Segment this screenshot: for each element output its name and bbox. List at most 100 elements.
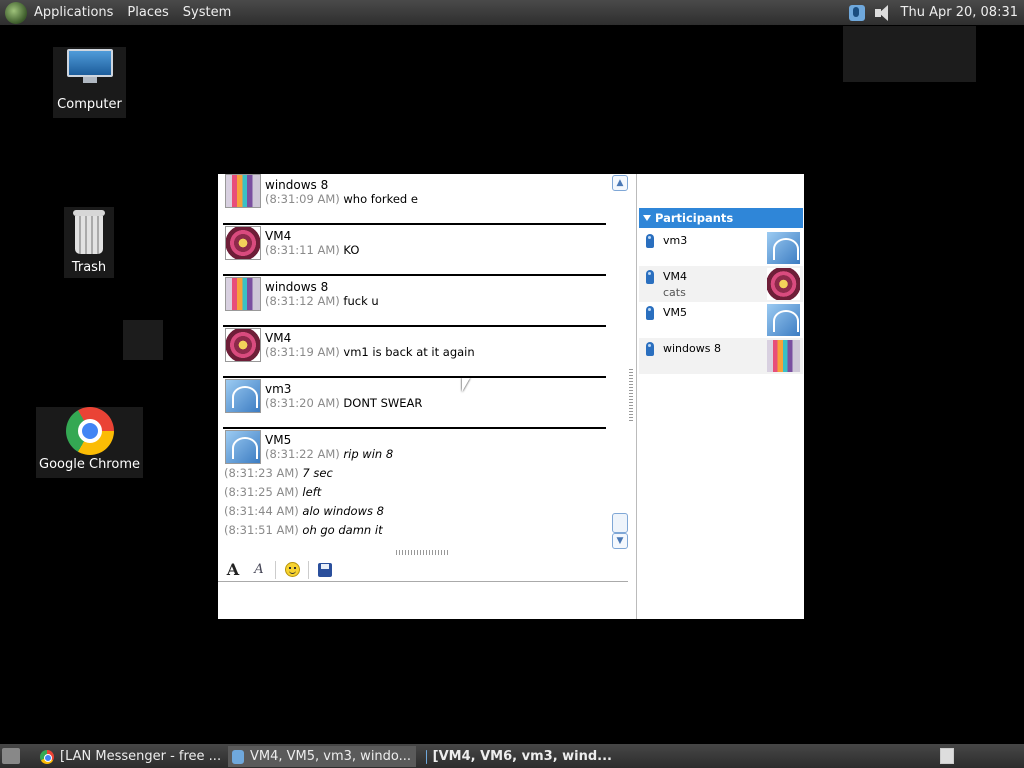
taskbar-item-chat-2[interactable]: [VM4, VM6, vm3, wind... <box>422 746 612 767</box>
lan-messenger-tray-icon[interactable] <box>848 4 865 21</box>
message-time: (8:31:23 AM) <box>224 466 299 480</box>
message-line: (8:31:12 AM) fuck u <box>265 294 379 308</box>
participants-title: Participants <box>655 211 734 225</box>
menu-system[interactable]: System <box>176 5 238 20</box>
blank-desktop-icon[interactable] <box>123 320 163 360</box>
desktop-icon-trash[interactable]: Trash <box>64 207 114 278</box>
taskbar-item-label: [LAN Messenger - free ... <box>60 749 222 764</box>
avatar <box>225 226 261 260</box>
message-block: VM5 (8:31:22 AM) rip win 8 (8:31:23 AM) … <box>223 429 606 551</box>
status-icon <box>646 234 654 248</box>
font-icon[interactable]: A <box>223 560 243 580</box>
participant-row[interactable]: VM4 cats <box>639 266 803 302</box>
menu-applications[interactable]: Applications <box>27 5 120 20</box>
desktop-icon-chrome[interactable]: Google Chrome <box>36 407 143 478</box>
message-line: (8:31:19 AM) vm1 is back at it again <box>265 345 475 359</box>
participant-name: vm3 <box>663 234 688 247</box>
system-tray: Thu Apr 20, 08:31 <box>848 0 1018 25</box>
volume-icon[interactable] <box>873 4 893 22</box>
status-icon <box>646 270 654 284</box>
message-time: (8:31:25 AM) <box>224 485 299 499</box>
computer-icon <box>66 49 113 83</box>
taskbar-item-lan-messenger-chrome[interactable]: [LAN Messenger - free ... <box>36 746 224 767</box>
trash-icon <box>72 210 106 254</box>
desktop-icon-label: Trash <box>71 260 107 275</box>
avatar <box>767 232 800 264</box>
participants-header[interactable]: Participants <box>639 208 803 228</box>
message-sender: VM4 <box>265 229 292 243</box>
gnome-foot-icon[interactable] <box>5 1 27 24</box>
message-time: (8:31:44 AM) <box>224 504 299 518</box>
scroll-up-button[interactable]: ▲ <box>612 175 628 191</box>
message-sender: VM5 <box>265 433 292 447</box>
message-line: (8:31:23 AM) 7 sec <box>224 466 333 480</box>
message-input[interactable] <box>218 584 628 619</box>
save-button[interactable] <box>315 560 335 580</box>
message-scrollbar[interactable]: ▲ ▼ <box>612 174 628 551</box>
participant-name: VM5 <box>663 306 688 319</box>
avatar <box>225 430 261 464</box>
status-icon <box>646 342 654 356</box>
taskbar-item-chat-1[interactable]: VM4, VM5, vm3, windo... <box>228 746 416 767</box>
avatar <box>767 268 800 300</box>
smiley-icon <box>284 562 300 577</box>
desktop-icon-label: Google Chrome <box>39 457 140 472</box>
message-line: (8:31:25 AM) left <box>224 485 321 499</box>
lan-messenger-icon <box>426 749 427 764</box>
message-text: KO <box>343 243 360 257</box>
message-time: (8:31:51 AM) <box>224 523 299 537</box>
message-text: oh go damn it <box>302 523 383 537</box>
message-history[interactable]: windows 8 (8:31:09 AM) who forked e VM4 … <box>218 174 628 551</box>
message-block: VM4 (8:31:19 AM) vm1 is back at it again <box>223 327 606 378</box>
avatar <box>225 174 261 208</box>
message-time: (8:31:11 AM) <box>265 243 340 257</box>
show-desktop-icon[interactable] <box>2 748 20 764</box>
toolbar-separator <box>308 560 309 579</box>
font-color-icon[interactable]: A <box>249 560 269 580</box>
message-block: windows 8 (8:31:12 AM) fuck u <box>223 276 606 327</box>
message-time: (8:31:20 AM) <box>265 396 340 410</box>
emoticon-button[interactable] <box>282 560 302 580</box>
vertical-splitter-handle[interactable] <box>629 369 633 423</box>
participant-row[interactable]: vm3 <box>639 230 803 266</box>
message-block: vm3 (8:31:20 AM) DONT SWEAR <box>223 378 606 429</box>
message-text: left <box>302 485 322 499</box>
toolbar-separator <box>275 560 276 579</box>
taskbar-item-label: [VM4, VM6, vm3, wind... <box>432 749 612 764</box>
lan-messenger-icon <box>232 749 244 764</box>
menu-places[interactable]: Places <box>120 5 175 20</box>
message-text: fuck u <box>343 294 379 308</box>
participant-name: VM4 <box>663 270 688 283</box>
message-line: (8:31:51 AM) oh go damn it <box>224 523 383 537</box>
desktop-icon-computer[interactable]: Computer <box>53 47 126 118</box>
clock[interactable]: Thu Apr 20, 08:31 <box>901 5 1018 20</box>
compose-toolbar: A A <box>218 558 628 582</box>
participant-row[interactable]: VM5 <box>639 302 803 338</box>
status-icon <box>646 306 654 320</box>
scroll-thumb[interactable] <box>612 513 628 533</box>
scroll-down-button[interactable]: ▼ <box>612 533 628 549</box>
message-sender: vm3 <box>265 382 292 396</box>
message-block: windows 8 (8:31:09 AM) who forked e <box>223 174 606 225</box>
message-time: (8:31:09 AM) <box>265 192 340 206</box>
avatar <box>767 340 800 372</box>
message-line: (8:31:11 AM) KO <box>265 243 359 257</box>
message-text: DONT SWEAR <box>343 396 423 410</box>
message-text: 7 sec <box>302 466 333 480</box>
participant-name: windows 8 <box>663 342 721 355</box>
chrome-icon <box>65 407 114 455</box>
workspace-switcher[interactable] <box>940 748 954 764</box>
message-sender: windows 8 <box>265 280 329 294</box>
message-time: (8:31:12 AM) <box>265 294 340 308</box>
bottom-taskbar: [LAN Messenger - free ... VM4, VM5, vm3,… <box>0 744 1024 768</box>
participants-panel: Participants vm3 VM4 cats VM5 windows 8 <box>636 174 804 619</box>
message-line: (8:31:22 AM) rip win 8 <box>265 447 393 461</box>
save-icon <box>318 562 332 577</box>
message-time: (8:31:19 AM) <box>265 345 340 359</box>
avatar <box>225 328 261 362</box>
horizontal-splitter-handle[interactable] <box>396 550 450 555</box>
message-line: (8:31:20 AM) DONT SWEAR <box>265 396 422 410</box>
message-text: rip win 8 <box>343 447 394 461</box>
participant-row[interactable]: windows 8 <box>639 338 803 374</box>
message-block: VM4 (8:31:11 AM) KO <box>223 225 606 276</box>
